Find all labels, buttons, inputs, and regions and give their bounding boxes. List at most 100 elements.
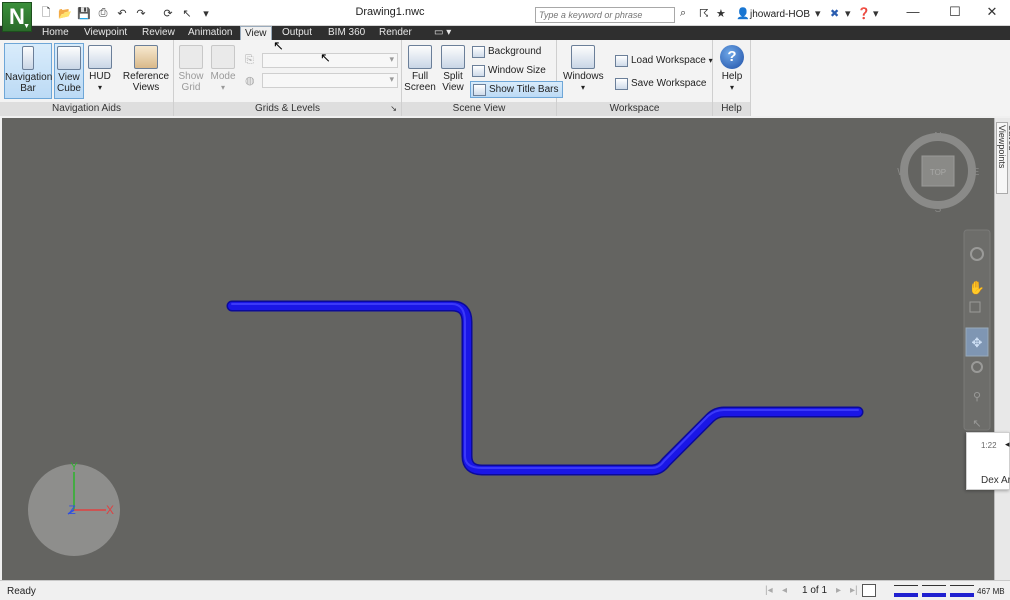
refresh-icon[interactable]: ⟳ xyxy=(160,5,176,21)
axis-triad: Y X Z xyxy=(28,461,120,556)
help-icon[interactable]: ❓ xyxy=(857,7,871,20)
navigation-bar-button[interactable]: Navigation Bar xyxy=(4,43,52,99)
print-icon[interactable]: ⎙ xyxy=(95,5,111,21)
window-size-button[interactable]: Window Size xyxy=(470,63,546,80)
application-menu-button[interactable]: N ▼ xyxy=(2,2,32,32)
panel-scene-view: Full Screen Split View Background Window… xyxy=(402,40,564,116)
level-icon: ⎘ xyxy=(245,54,254,66)
panel-label: Help xyxy=(713,102,750,116)
compass-north[interactable]: N xyxy=(934,131,941,142)
last-page-icon[interactable]: ▸| xyxy=(850,585,858,596)
customize-qat-icon[interactable]: ▾ xyxy=(198,5,214,21)
close-button[interactable]: ✕ xyxy=(977,3,1007,21)
walk-icon[interactable]: ⚲ xyxy=(973,390,981,403)
chevron-down-icon[interactable]: ▾ xyxy=(873,7,879,20)
split-view-button[interactable]: Split View xyxy=(438,43,468,99)
mode-button[interactable]: Mode ▾ xyxy=(208,43,238,99)
chevron-down-icon[interactable]: ▾ xyxy=(845,7,851,20)
tab-render[interactable]: Render xyxy=(375,26,416,40)
web-server-progress-icon xyxy=(950,585,974,597)
quick-access-toolbar: 🗋 📂 💾 ⎙ ↶ ↷ ⟳ ↖ ▾ xyxy=(38,5,217,21)
hud-button[interactable]: HUD ▾ xyxy=(86,43,114,99)
panel-grids-levels: Show Grid Mode ▾ ⎘ ◍ Grids & Levels↘ xyxy=(174,40,402,116)
y-axis-label: Y xyxy=(70,461,78,473)
user-name[interactable]: jhoward-HOB xyxy=(750,9,810,20)
ribbon: Navigation Bar View Cube HUD ▾ Reference… xyxy=(0,40,1010,116)
pipe-geometry[interactable] xyxy=(228,302,862,474)
favorites-star-icon[interactable]: ★ xyxy=(716,7,726,20)
background-button[interactable]: Background xyxy=(470,44,541,61)
select-icon[interactable]: ↖ xyxy=(972,417,981,430)
previous-page-icon[interactable]: ◂ xyxy=(782,585,787,596)
maximize-button[interactable]: ☐ xyxy=(940,3,970,21)
load-workspace-button[interactable]: Load Workspace ▾ xyxy=(613,53,713,70)
view-cube[interactable]: TOP N S E W xyxy=(897,131,979,215)
full-screen-button[interactable]: Full Screen xyxy=(404,43,436,99)
background-icon xyxy=(472,46,485,58)
pan-icon[interactable]: ✋ xyxy=(969,280,985,296)
panel-label: Grids & Levels ↘ xyxy=(174,102,401,116)
navigation-bar-icon xyxy=(22,46,34,70)
tab-view[interactable]: View xyxy=(240,26,272,40)
minimize-button[interactable]: — xyxy=(898,3,928,21)
panel-workspace: Windows ▾ Load Workspace ▾ Save Workspac… xyxy=(557,40,713,116)
arrow-left-icon: ◂ xyxy=(1005,439,1010,449)
sheet-browser-icon[interactable] xyxy=(862,584,876,597)
compass-south[interactable]: S xyxy=(935,204,942,215)
help-button[interactable]: ? Help ▾ xyxy=(716,43,748,99)
tab-viewpoint[interactable]: Viewpoint xyxy=(80,26,131,40)
chevron-down-icon[interactable]: ▾ xyxy=(815,7,821,20)
view-cube-icon xyxy=(57,46,81,70)
search-input[interactable] xyxy=(535,7,675,23)
pipe-shadow[interactable] xyxy=(226,300,864,476)
tab-review[interactable]: Review xyxy=(138,26,179,40)
notification-popup[interactable]: 1:22 ◂ Dex Ar xyxy=(966,432,1010,490)
exchange-apps-icon[interactable]: ✖ xyxy=(830,7,839,20)
open-file-icon[interactable]: 📂 xyxy=(57,5,73,21)
windows-button[interactable]: Windows ▾ xyxy=(563,43,604,99)
subscription-icon[interactable]: ☈ xyxy=(699,7,709,20)
chevron-down-icon: ▾ xyxy=(97,83,102,92)
save-workspace-button[interactable]: Save Workspace xyxy=(613,76,706,93)
new-file-icon[interactable]: 🗋 xyxy=(38,5,54,21)
scene-canvas[interactable]: TOP N S E W ✋ ✥ ⚲ ↖ Y X Z xyxy=(2,118,994,580)
compass-west[interactable]: W xyxy=(897,167,907,178)
tab-animation[interactable]: Animation xyxy=(184,26,236,40)
page-indicator: 1 of 1 xyxy=(802,585,828,596)
memory-usage: 467 MB xyxy=(977,587,1005,596)
user-icon[interactable]: 👤 xyxy=(736,7,750,20)
title-bars-icon xyxy=(473,84,486,96)
saved-viewpoints-tab[interactable]: Saved Viewpoints xyxy=(996,122,1010,194)
select-icon[interactable]: ↖ xyxy=(179,5,195,21)
scene-viewport[interactable]: TOP N S E W ✋ ✥ ⚲ ↖ Y X Z xyxy=(2,118,994,580)
notification-time: 1:22 xyxy=(981,441,997,450)
redo-icon[interactable]: ↷ xyxy=(133,5,149,21)
mouse-cursor-icon: ↖ xyxy=(320,50,331,65)
show-grid-button[interactable]: Show Grid xyxy=(176,43,206,99)
compass-east[interactable]: E xyxy=(973,167,980,178)
next-page-icon[interactable]: ▸ xyxy=(836,585,841,596)
orbit-icon: ✥ xyxy=(972,336,983,351)
tab-home[interactable]: Home xyxy=(38,26,73,40)
grid-select[interactable] xyxy=(262,73,398,88)
panel-navigation-aids: Navigation Bar View Cube HUD ▾ Reference… xyxy=(0,40,174,116)
full-screen-icon xyxy=(408,45,432,69)
status-bar: Ready |◂ ◂ 1 of 1 ▸ ▸| 467 MB xyxy=(0,580,1010,600)
save-icon[interactable]: 💾 xyxy=(76,5,92,21)
reference-views-button[interactable]: Reference Views xyxy=(122,43,170,99)
undo-icon[interactable]: ↶ xyxy=(114,5,130,21)
first-page-icon[interactable]: |◂ xyxy=(765,585,773,596)
tab-bim-360[interactable]: BIM 360 xyxy=(324,26,369,40)
view-cube-button[interactable]: View Cube xyxy=(54,43,84,99)
panel-label: Workspace xyxy=(557,102,712,116)
binoculars-icon[interactable]: ⌕ xyxy=(680,7,686,20)
dialog-launcher-icon[interactable]: ↘ xyxy=(390,102,397,116)
reference-views-icon xyxy=(134,45,158,69)
split-view-icon xyxy=(441,45,465,69)
video-dropdown-icon[interactable]: ▭ ▾ xyxy=(430,26,455,40)
notification-title: Dex Ar xyxy=(981,475,1010,486)
show-title-bars-button[interactable]: Show Title Bars xyxy=(470,81,564,98)
pencil-progress-icon xyxy=(894,585,918,597)
window-title: Drawing1.nwc xyxy=(355,6,425,18)
title-bar: N▼ 🗋 📂 💾 ⎙ ↶ ↷ ⟳ ↖ ▾ Drawing1.nwc ⌕ ☈ ★ … xyxy=(0,0,1010,32)
